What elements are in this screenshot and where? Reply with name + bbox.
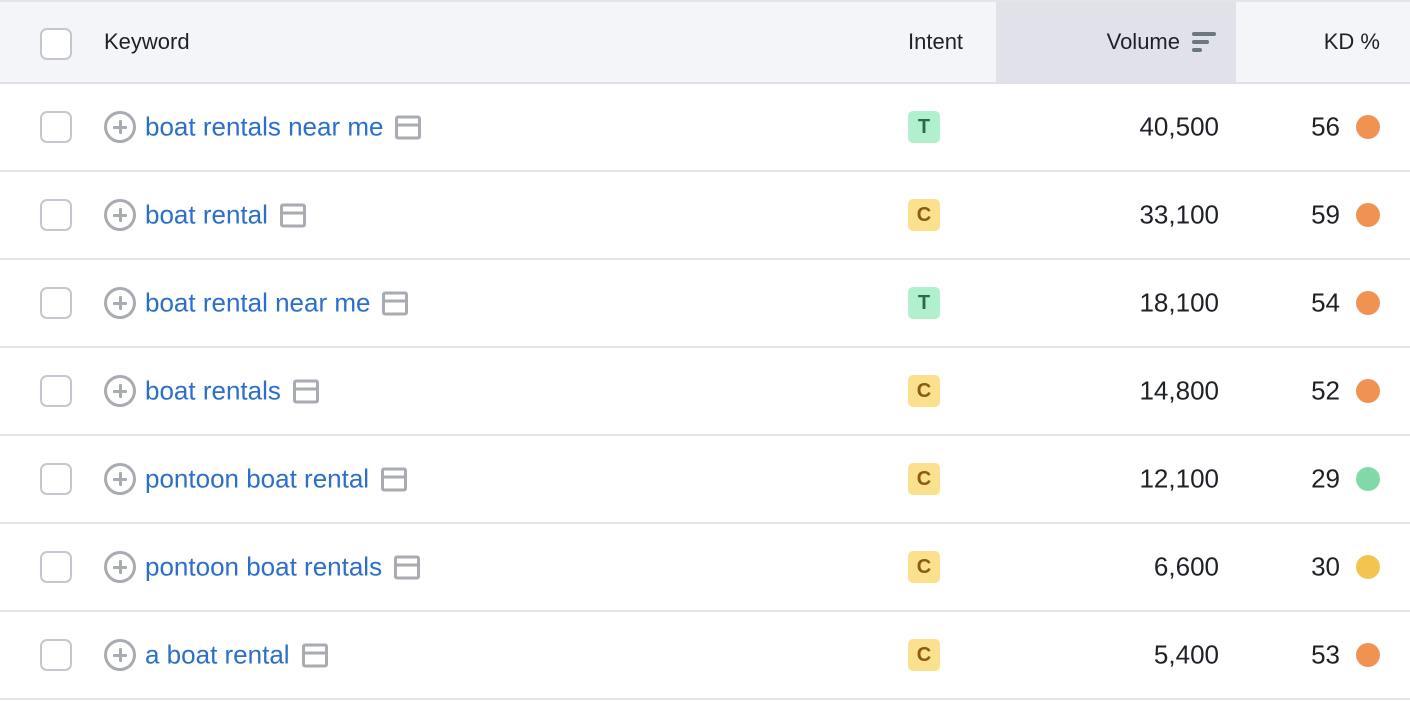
keyword-link[interactable]: pontoon boat rentals — [145, 552, 382, 583]
volume-value: 14,800 — [1139, 375, 1219, 406]
keyword-column-header[interactable]: Keyword — [104, 29, 190, 55]
volume-value: 12,100 — [1139, 463, 1219, 494]
table-body: boat rentals near me T 40,500 56 boat re… — [0, 84, 1410, 700]
table-row: boat rentals C 14,800 52 — [0, 348, 1410, 436]
kd-value: 30 — [1311, 551, 1340, 582]
add-to-list-icon[interactable] — [104, 463, 136, 495]
table-row: boat rentals near me T 40,500 56 — [0, 84, 1410, 172]
kd-value: 29 — [1311, 463, 1340, 494]
kd-column-header[interactable]: KD % — [1324, 29, 1380, 55]
keyword-link[interactable]: boat rentals — [145, 376, 281, 407]
intent-badge: C — [908, 199, 940, 231]
kd-difficulty-dot — [1356, 555, 1380, 579]
row-checkbox[interactable] — [40, 639, 72, 671]
serp-preview-icon[interactable] — [395, 115, 422, 139]
kd-value: 52 — [1311, 375, 1340, 406]
keyword-cell: boat rentals near me — [145, 112, 422, 143]
row-checkbox[interactable] — [40, 287, 72, 319]
volume-value: 18,100 — [1139, 287, 1219, 318]
volume-column-header[interactable]: Volume — [1107, 29, 1180, 55]
add-to-list-icon[interactable] — [104, 111, 136, 143]
add-to-list-icon[interactable] — [104, 551, 136, 583]
keyword-cell: pontoon boat rental — [145, 464, 408, 495]
table-header: Keyword Intent Volume KD % — [0, 0, 1410, 84]
kd-difficulty-dot — [1356, 467, 1380, 491]
keyword-link[interactable]: boat rentals near me — [145, 112, 383, 143]
row-checkbox[interactable] — [40, 375, 72, 407]
keyword-link[interactable]: boat rental — [145, 200, 268, 231]
intent-column-header[interactable]: Intent — [908, 29, 963, 55]
table-row: boat rental near me T 18,100 54 — [0, 260, 1410, 348]
intent-badge: T — [908, 111, 940, 143]
intent-badge: C — [908, 551, 940, 583]
keyword-cell: boat rental — [145, 200, 306, 231]
kd-difficulty-dot — [1356, 643, 1380, 667]
keyword-link[interactable]: a boat rental — [145, 640, 290, 671]
keyword-cell: pontoon boat rentals — [145, 552, 421, 583]
row-checkbox[interactable] — [40, 551, 72, 583]
intent-badge: T — [908, 287, 940, 319]
volume-value: 5,400 — [1153, 639, 1219, 670]
table-row: boat rental C 33,100 59 — [0, 172, 1410, 260]
select-all-checkbox[interactable] — [40, 28, 72, 60]
kd-difficulty-dot — [1356, 291, 1380, 315]
serp-preview-icon[interactable] — [279, 203, 306, 227]
intent-badge: C — [908, 639, 940, 671]
serp-preview-icon[interactable] — [394, 555, 421, 579]
kd-value: 53 — [1311, 639, 1340, 670]
intent-badge: C — [908, 463, 940, 495]
keyword-cell: a boat rental — [145, 640, 328, 671]
kd-difficulty-dot — [1356, 115, 1380, 139]
add-to-list-icon[interactable] — [104, 639, 136, 671]
row-checkbox[interactable] — [40, 463, 72, 495]
kd-difficulty-dot — [1356, 379, 1380, 403]
keyword-cell: boat rentals — [145, 376, 319, 407]
add-to-list-icon[interactable] — [104, 287, 136, 319]
row-checkbox[interactable] — [40, 199, 72, 231]
table-row: pontoon boat rental C 12,100 29 — [0, 436, 1410, 524]
table-row: pontoon boat rentals C 6,600 30 — [0, 524, 1410, 612]
kd-difficulty-dot — [1356, 203, 1380, 227]
row-checkbox[interactable] — [40, 111, 72, 143]
kd-value: 59 — [1311, 199, 1340, 230]
serp-preview-icon[interactable] — [301, 643, 328, 667]
volume-value: 33,100 — [1139, 199, 1219, 230]
keyword-cell: boat rental near me — [145, 288, 409, 319]
volume-value: 6,600 — [1153, 551, 1219, 582]
serp-preview-icon[interactable] — [292, 379, 319, 403]
keyword-link[interactable]: pontoon boat rental — [145, 464, 369, 495]
kd-value: 56 — [1311, 111, 1340, 142]
sort-descending-icon[interactable] — [1192, 32, 1216, 52]
kd-value: 54 — [1311, 287, 1340, 318]
serp-preview-icon[interactable] — [381, 467, 408, 491]
serp-preview-icon[interactable] — [382, 291, 409, 315]
add-to-list-icon[interactable] — [104, 375, 136, 407]
table-row: a boat rental C 5,400 53 — [0, 612, 1410, 700]
volume-value: 40,500 — [1139, 111, 1219, 142]
keyword-link[interactable]: boat rental near me — [145, 288, 370, 319]
add-to-list-icon[interactable] — [104, 199, 136, 231]
intent-badge: C — [908, 375, 940, 407]
